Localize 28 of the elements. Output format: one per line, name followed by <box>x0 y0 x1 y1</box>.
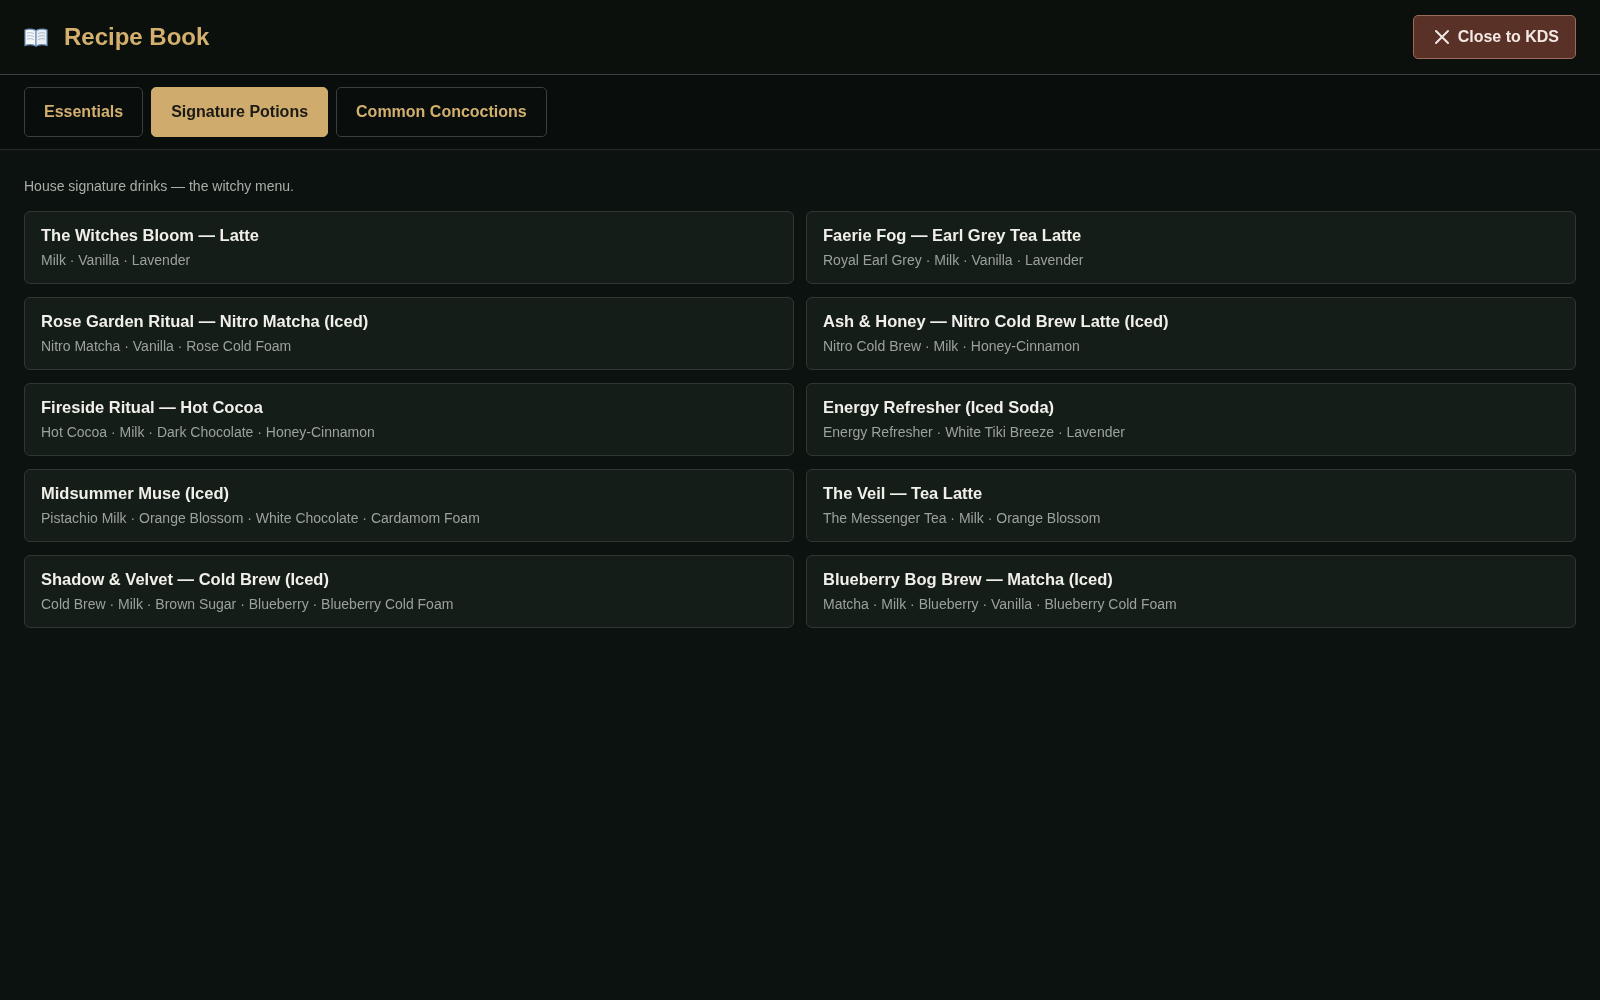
recipe-ingredients: Cold Brew · Milk · Brown Sugar · Blueberry · Blueberry Cold Foam <box>41 595 455 613</box>
recipe-name: The Veil — Tea Latte <box>823 484 984 504</box>
category-tab[interactable]: Essentials <box>24 87 144 137</box>
recipe-ingredients: Matcha · Milk · Blueberry · Vanilla · Blueberry Cold Foam <box>823 595 1178 613</box>
recipe-name: Midsummer Muse (Iced) <box>41 484 230 504</box>
recipe-name: The Witches Bloom — Latte <box>41 226 261 246</box>
recipe-ingredients: Nitro Cold Brew · Milk · Honey-Cinnamon <box>823 337 1081 355</box>
section-description: House signature drinks — the witchy menu. <box>24 177 295 196</box>
recipe-name: Fireside Ritual — Hot Cocoa <box>41 398 264 418</box>
category-tab[interactable]: Signature Potions <box>151 87 329 137</box>
book-icon <box>24 27 48 47</box>
recipe-ingredients: Pistachio Milk · Orange Blossom · White Chocolate · Cardamom Foam <box>41 509 481 527</box>
recipe-ingredients: Milk · Vanilla · Lavender <box>41 251 192 269</box>
close-icon <box>1433 29 1450 45</box>
recipe-ingredients: Energy Refresher · White Tiki Breeze · Lavender <box>823 423 1126 441</box>
recipe-ingredients: Hot Cocoa · Milk · Dark Chocolate · Honey-Cinnamon <box>41 423 376 441</box>
recipe-ingredients: Royal Earl Grey · Milk · Vanilla · Lavender <box>823 251 1085 269</box>
recipe-name: Ash & Honey — Nitro Cold Brew Latte (Iced) <box>823 312 1170 332</box>
recipe-name: Rose Garden Ritual — Nitro Matcha (Iced) <box>41 312 370 332</box>
category-tab[interactable]: Common Concoctions <box>336 87 547 137</box>
page-title: Recipe Book <box>64 22 210 52</box>
recipe-name: Faerie Fog — Earl Grey Tea Latte <box>823 226 1083 246</box>
recipe-name: Energy Refresher (Iced Soda) <box>823 398 1056 418</box>
close-button[interactable]: Close to KDS <box>1412 15 1576 59</box>
recipe-ingredients: Nitro Matcha · Vanilla · Rose Cold Foam <box>41 337 293 355</box>
recipe-name: Blueberry Bog Brew — Matcha (Iced) <box>823 570 1114 590</box>
recipe-ingredients: The Messenger Tea · Milk · Orange Blossom <box>823 509 1102 527</box>
recipe-name: Shadow & Velvet — Cold Brew (Iced) <box>41 570 330 590</box>
